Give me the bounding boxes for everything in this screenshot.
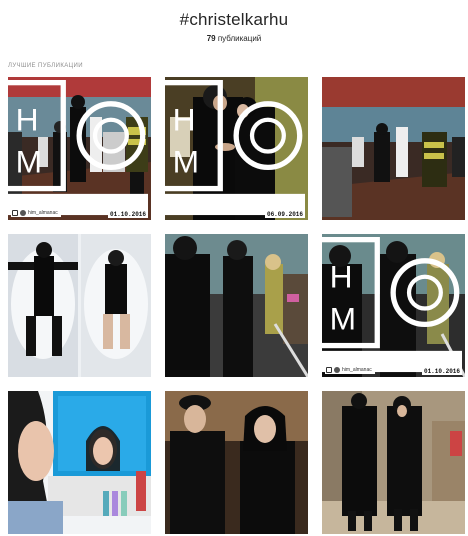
almanac-logo-icon: H M xyxy=(8,80,148,216)
svg-text:H: H xyxy=(173,101,196,137)
svg-text:M: M xyxy=(173,144,199,180)
post-5-image xyxy=(165,234,308,377)
repost-icon xyxy=(326,367,332,373)
post-8-image xyxy=(165,391,308,534)
post-tile-2[interactable]: H M 06.09.2016 xyxy=(165,77,308,220)
repost-username: him_almanac xyxy=(28,210,58,216)
post-count-number: 79 xyxy=(206,34,216,43)
almanac-logo-icon: H M xyxy=(165,80,305,216)
post-tile-7[interactable] xyxy=(8,391,151,534)
top-posts-label: ЛУЧШИЕ ПУБЛИКАЦИИ xyxy=(8,63,83,69)
repost-username: him_almanac xyxy=(342,367,372,373)
svg-text:M: M xyxy=(330,301,356,337)
repost-icon xyxy=(12,210,18,216)
svg-text:H: H xyxy=(330,258,353,294)
post-date: 06.09.2016 xyxy=(264,211,305,218)
repost-badge: him_almanac xyxy=(325,366,375,374)
post-tile-3[interactable] xyxy=(322,77,465,220)
post-tile-6[interactable]: H M him_almanac 01.10.2016 xyxy=(322,234,465,377)
post-3-image xyxy=(322,77,465,220)
post-9-image xyxy=(322,391,465,534)
svg-text:M: M xyxy=(16,144,42,180)
avatar xyxy=(334,367,340,373)
post-tile-4[interactable] xyxy=(8,234,151,377)
avatar xyxy=(20,210,26,216)
svg-text:H: H xyxy=(16,101,39,137)
post-count: 79 публикаций xyxy=(0,34,468,43)
post-tile-9[interactable] xyxy=(322,391,465,534)
post-4-image xyxy=(8,234,151,377)
post-tile-5[interactable] xyxy=(165,234,308,377)
post-date: 01.10.2016 xyxy=(421,368,462,375)
post-tile-1[interactable]: H M him_almanac 01.10.2016 xyxy=(8,77,151,220)
post-tile-8[interactable] xyxy=(165,391,308,534)
almanac-logo-icon: H M xyxy=(322,237,462,373)
hashtag-title: #christelkarhu xyxy=(179,10,289,29)
post-7-image xyxy=(8,391,151,534)
repost-badge: him_almanac xyxy=(11,209,61,217)
post-date: 01.10.2016 xyxy=(107,211,148,218)
post-count-label: публикаций xyxy=(217,34,262,43)
